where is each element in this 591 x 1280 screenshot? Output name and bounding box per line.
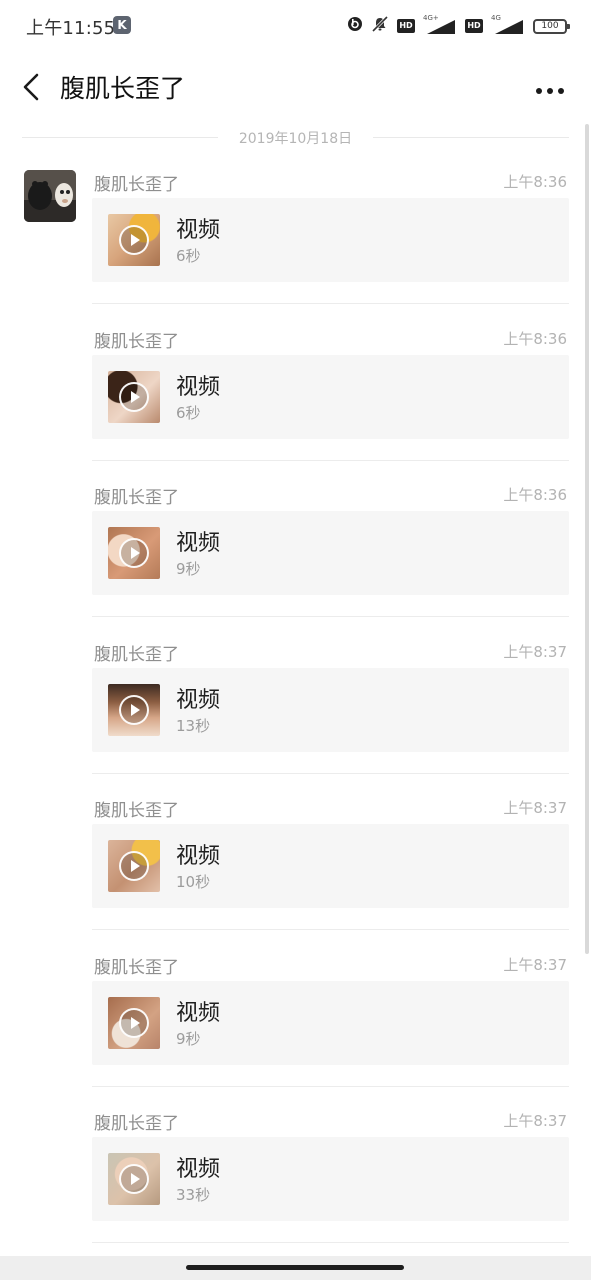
- video-title: 视频: [176, 374, 221, 400]
- video-title: 视频: [176, 687, 221, 713]
- video-thumbnail: [108, 1153, 160, 1205]
- signal-icon: 4G+: [423, 14, 457, 36]
- mute-icon: [371, 15, 389, 37]
- status-bar: 上午11:55 K HD 4G+ HD 4G 100: [0, 0, 591, 54]
- message-divider: [92, 1085, 569, 1087]
- video-thumbnail: [108, 214, 160, 266]
- sender-name: 腹肌长歪了: [94, 1114, 179, 1134]
- home-indicator[interactable]: [186, 1265, 404, 1270]
- sender-name: 腹肌长歪了: [94, 331, 179, 352]
- message-time: 上午8:36: [503, 173, 567, 191]
- message-item: 腹肌长歪了 上午8:37 视频 10秒: [92, 788, 569, 945]
- chevron-left-icon: [21, 72, 41, 106]
- video-thumbnail: [108, 996, 160, 1049]
- more-dots-icon: [535, 80, 565, 99]
- hd-icon: HD: [465, 19, 483, 33]
- message-divider: [92, 303, 569, 304]
- video-duration: 33秒: [176, 1186, 211, 1204]
- video-duration: 6秒: [176, 247, 201, 265]
- scrollbar[interactable]: [585, 124, 589, 954]
- message-item: 腹肌长歪了 上午8:37 视频 33秒: [92, 1101, 569, 1258]
- message-divider: [92, 616, 569, 617]
- message-time: 上午8:37: [503, 799, 567, 817]
- message-time: 上午8:37: [503, 642, 567, 661]
- more-options-button[interactable]: [533, 76, 567, 102]
- message-time: 上午8:36: [503, 486, 567, 504]
- message-item: 腹肌长歪了 上午8:36 视频 6秒: [92, 319, 569, 476]
- play-icon: [119, 1164, 149, 1194]
- beats-icon: [347, 16, 363, 36]
- message-time: 上午8:37: [503, 955, 567, 974]
- hd-icon: HD: [397, 19, 415, 33]
- play-icon: [119, 381, 149, 412]
- sender-name: 腹肌长歪了: [94, 957, 179, 978]
- message-time: 上午8:37: [503, 1112, 567, 1130]
- video-message-card[interactable]: 视频 33秒: [92, 1137, 569, 1221]
- video-duration: 9秒: [176, 560, 201, 578]
- message-divider: [92, 459, 569, 461]
- status-time: 上午11:55: [26, 18, 116, 39]
- play-icon: [119, 851, 149, 881]
- play-icon: [119, 538, 149, 568]
- video-message-card[interactable]: 视频 9秒: [92, 511, 569, 595]
- video-title: 视频: [176, 1000, 221, 1026]
- status-icons: HD 4G+ HD 4G 100: [347, 14, 570, 37]
- date-divider: 2019年10月18日: [22, 126, 569, 150]
- video-message-card[interactable]: 视频 6秒: [92, 354, 569, 439]
- chat-title: 腹肌长歪了: [60, 74, 186, 103]
- sender-name: 腹肌长歪了: [94, 488, 179, 508]
- video-title: 视频: [176, 844, 221, 869]
- message-item: 腹肌长歪了 上午8:36 视频 6秒: [92, 162, 569, 319]
- message-time: 上午8:36: [503, 329, 567, 348]
- play-icon: [119, 225, 149, 255]
- video-message-card[interactable]: 视频 9秒: [92, 980, 569, 1065]
- app-notification-icon: K: [113, 16, 131, 34]
- video-title: 视频: [176, 531, 221, 556]
- date-label: 2019年10月18日: [238, 131, 353, 147]
- back-button[interactable]: [14, 72, 48, 106]
- play-icon: [119, 694, 149, 725]
- video-title: 视频: [176, 1157, 221, 1182]
- divider-line: [373, 137, 569, 138]
- message-item: 腹肌长歪了 上午8:37 视频 13秒: [92, 632, 569, 789]
- message-list: 腹肌长歪了 上午8:36 视频 6秒 腹肌长歪了 上午8:36 视频 6秒 腹肌…: [92, 162, 569, 1258]
- sender-avatar[interactable]: [24, 170, 76, 222]
- battery-icon: 100: [533, 18, 570, 34]
- video-thumbnail: [108, 840, 160, 892]
- message-divider: [92, 929, 569, 930]
- video-message-card[interactable]: 视频 6秒: [92, 198, 569, 282]
- video-duration: 10秒: [176, 873, 211, 891]
- message-divider: [92, 1242, 569, 1243]
- message-divider: [92, 772, 569, 774]
- video-duration: 13秒: [176, 716, 211, 735]
- chat-header: 腹肌长歪了: [0, 54, 591, 124]
- play-icon: [119, 1007, 149, 1038]
- sender-name: 腹肌长歪了: [94, 175, 179, 195]
- video-duration: 6秒: [176, 403, 201, 422]
- message-item: 腹肌长歪了 上午8:37 视频 9秒: [92, 945, 569, 1102]
- video-title: 视频: [176, 218, 221, 243]
- sender-name: 腹肌长歪了: [94, 644, 179, 665]
- video-thumbnail: [108, 683, 160, 736]
- signal-icon: 4G: [491, 14, 525, 36]
- video-thumbnail: [108, 370, 160, 423]
- sender-name: 腹肌长歪了: [94, 801, 179, 821]
- video-message-card[interactable]: 视频 10秒: [92, 824, 569, 908]
- video-thumbnail: [108, 527, 160, 579]
- video-message-card[interactable]: 视频 13秒: [92, 667, 569, 752]
- video-duration: 9秒: [176, 1029, 201, 1048]
- message-item: 腹肌长歪了 上午8:36 视频 9秒: [92, 475, 569, 632]
